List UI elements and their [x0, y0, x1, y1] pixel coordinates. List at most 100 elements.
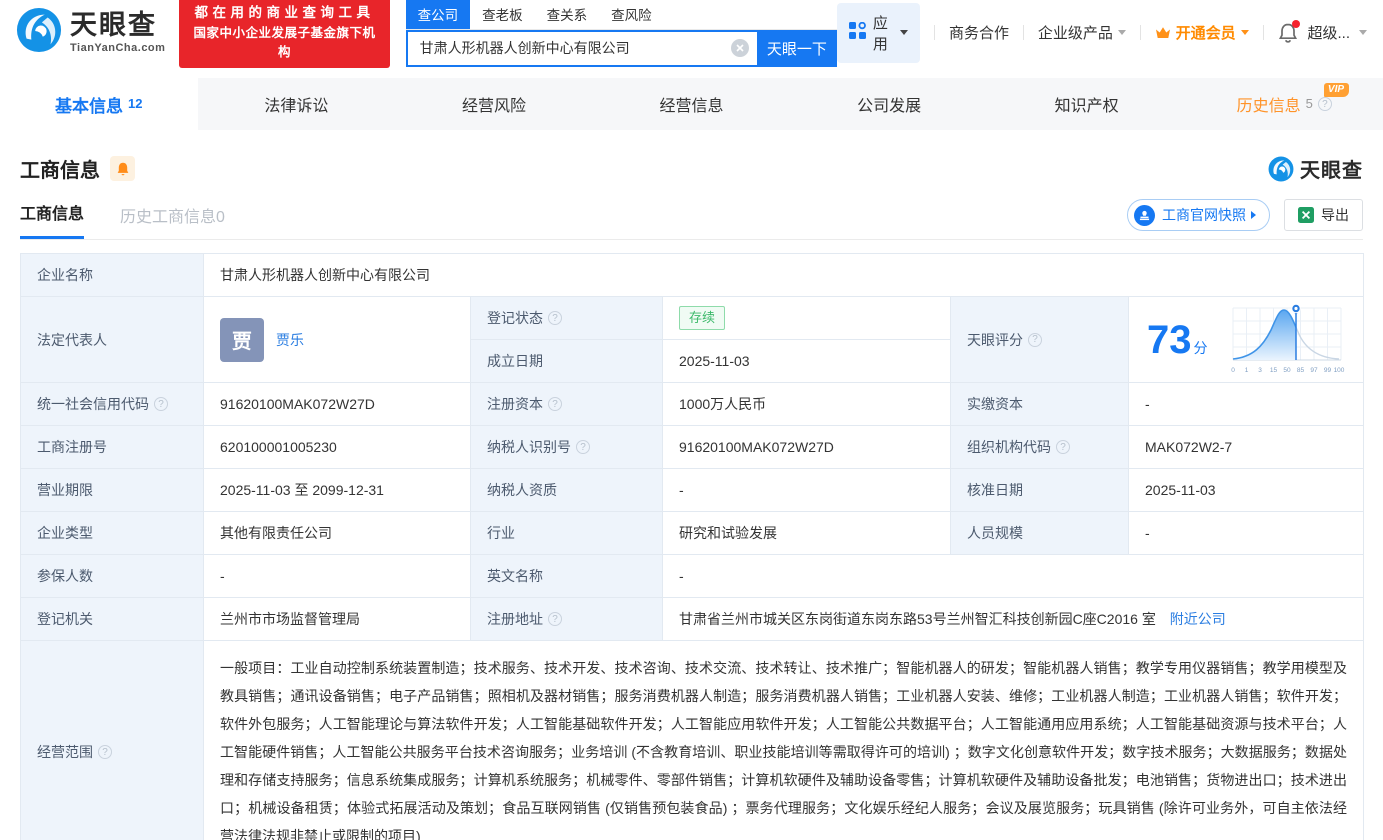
apps-grid-icon: [848, 21, 866, 44]
svg-text:97: 97: [1310, 367, 1318, 374]
field-label: 天眼评分: [950, 296, 1129, 383]
table-row: 统一社会信用代码 91620100MAK072W27D 注册资本 1000万人民…: [20, 382, 1365, 426]
svg-text:1: 1: [1245, 367, 1249, 374]
tianyan-score-cell[interactable]: 73 分 0 1 3 15 50 85 97 99 100: [1127, 296, 1365, 383]
industry-value: 研究和试验发展: [662, 511, 951, 555]
notifications-bell-icon[interactable]: [1278, 19, 1300, 44]
help-icon[interactable]: [548, 311, 562, 325]
promo-banner: 都在用的商业查询工具 国家中小企业发展子基金旗下机构: [179, 0, 390, 69]
field-label: 统一社会信用代码: [20, 382, 204, 426]
tab-company-development[interactable]: 公司发展: [790, 78, 988, 130]
search-tab-boss[interactable]: 查老板: [470, 0, 535, 29]
tab-operating-risk[interactable]: 经营风险: [395, 78, 593, 130]
chevron-down-icon: [1117, 30, 1126, 35]
field-label: 人员规模: [950, 511, 1129, 555]
legal-rep-link[interactable]: 贾乐: [276, 330, 304, 350]
help-icon[interactable]: [576, 440, 590, 454]
nearby-companies-link[interactable]: 附近公司: [1170, 611, 1226, 627]
help-icon[interactable]: [98, 745, 112, 759]
company-tab-bar: 基本信息 12 法律诉讼 经营风险 经营信息 公司发展 知识产权 VIP 历史信…: [0, 78, 1383, 130]
table-row: 法定代表人 贾 贾乐 登记状态 存续 天眼评分 73分: [20, 296, 1365, 383]
field-label: 营业期限: [20, 468, 204, 512]
legal-rep-avatar[interactable]: 贾: [220, 317, 264, 362]
field-label: 组织机构代码: [950, 425, 1129, 469]
table-row: 企业类型 其他有限责任公司 行业 研究和试验发展 人员规模 -: [20, 511, 1365, 555]
tab-basic-info[interactable]: 基本信息 12: [0, 78, 198, 130]
tianyancha-logo[interactable]: 天眼查 TianYanCha.com: [16, 7, 165, 58]
export-button[interactable]: 导出: [1284, 199, 1363, 231]
stamp-icon: [1134, 204, 1155, 226]
official-snapshot-button[interactable]: 工商官网快照: [1127, 199, 1270, 231]
search-input[interactable]: [407, 31, 757, 65]
svg-text:15: 15: [1270, 367, 1278, 374]
field-label: 纳税人资质: [470, 468, 663, 512]
help-icon[interactable]: [1028, 332, 1042, 347]
field-label: 登记状态: [470, 296, 663, 340]
table-row: 企业名称 甘肃人形机器人创新中心有限公司: [20, 253, 1365, 297]
field-label: 纳税人识别号: [470, 425, 663, 469]
table-row: 经营范围 一般项目：工业自动控制系统装置制造；技术服务、技术开发、技术咨询、技术…: [20, 640, 1365, 840]
table-row: 营业期限 2025-11-03 至 2099-12-31 纳税人资质 - 核准日…: [20, 468, 1365, 512]
search-submit-button[interactable]: 天眼一下: [756, 29, 837, 67]
nav-business-cooperation[interactable]: 商务合作: [949, 22, 1009, 43]
field-label: 经营范围: [20, 640, 204, 840]
field-label: 英文名称: [470, 554, 663, 598]
tab-intellectual-property[interactable]: 知识产权: [988, 78, 1186, 130]
notification-dot: [1291, 19, 1300, 28]
svg-text:100: 100: [1334, 367, 1345, 374]
help-icon[interactable]: [548, 612, 562, 626]
field-label: 行业: [470, 511, 663, 555]
field-label: 注册资本: [470, 382, 663, 426]
promo-line2: 国家中小企业发展子基金旗下机构: [193, 25, 376, 59]
reg-address-value: 甘肃省兰州市城关区东岗街道东岗东路53号兰州智汇科技创新园C座C2016 室: [679, 611, 1156, 627]
reg-number-value: 620100001005230: [203, 425, 471, 469]
nav-super-vip[interactable]: 超级...: [1308, 22, 1351, 43]
help-icon[interactable]: [548, 397, 562, 411]
taxpayer-id-value: 91620100MAK072W27D: [662, 425, 951, 469]
clear-search-icon[interactable]: [730, 39, 749, 57]
field-label: 实缴资本: [950, 382, 1129, 426]
help-icon[interactable]: [1056, 440, 1070, 454]
score-unit: 分: [1193, 339, 1208, 356]
paid-capital-value: -: [1127, 382, 1365, 426]
help-icon[interactable]: [1317, 97, 1332, 111]
search-tab-risk[interactable]: 查风险: [599, 0, 664, 29]
table-row: 参保人数 - 英文名称 -: [20, 554, 1365, 598]
company-type-value: 其他有限责任公司: [203, 511, 471, 555]
svg-text:50: 50: [1283, 367, 1291, 374]
field-label: 登记机关: [20, 597, 204, 641]
business-scope-value: 一般项目：工业自动控制系统装置制造；技术服务、技术开发、技术咨询、技术交流、技术…: [202, 640, 1365, 840]
org-code-value: MAK072W2-7: [1127, 425, 1365, 469]
svg-text:3: 3: [1258, 367, 1262, 374]
nav-enterprise-products[interactable]: 企业级产品: [1038, 22, 1126, 43]
subtab-business-info[interactable]: 工商信息: [20, 200, 85, 239]
chevron-down-icon: [1359, 30, 1368, 35]
field-label: 企业名称: [20, 253, 204, 297]
apps-menu[interactable]: 应用: [836, 2, 921, 63]
staff-size-value: -: [1127, 511, 1365, 555]
vip-badge: VIP: [1323, 83, 1350, 97]
nav-open-vip[interactable]: 开通会员: [1155, 22, 1249, 43]
subtab-history-business-info[interactable]: 历史工商信息0: [120, 203, 225, 239]
tianyancha-logo-icon: [1268, 156, 1294, 181]
help-icon[interactable]: [154, 397, 168, 411]
svg-text:0: 0: [1231, 367, 1235, 374]
tab-operating-info[interactable]: 经营信息: [593, 78, 791, 130]
field-label: 工商注册号: [20, 425, 204, 469]
approval-date-value: 2025-11-03: [1127, 468, 1365, 512]
promo-line1: 都在用的商业查询工具: [194, 4, 375, 20]
crown-icon: [1155, 26, 1171, 40]
company-name-value: 甘肃人形机器人创新中心有限公司: [202, 253, 1365, 297]
logo-domain: TianYanCha.com: [70, 41, 166, 54]
top-header: 天眼查 TianYanCha.com 都在用的商业查询工具 国家中小企业发展子基…: [0, 0, 1383, 69]
taxpayer-quality-value: -: [662, 468, 951, 512]
search-tab-relation[interactable]: 查关系: [535, 0, 600, 29]
field-label: 成立日期: [470, 339, 663, 383]
monitor-bell-icon[interactable]: [110, 156, 135, 181]
search-tab-company[interactable]: 查公司: [405, 0, 471, 29]
tab-history-info[interactable]: VIP 历史信息 5: [1185, 78, 1383, 130]
tab-legal-proceedings[interactable]: 法律诉讼: [198, 78, 396, 130]
tianyancha-logo-icon: [16, 7, 62, 58]
tianyancha-watermark: 天眼查: [1268, 154, 1363, 183]
apps-label: 应用: [872, 14, 888, 53]
